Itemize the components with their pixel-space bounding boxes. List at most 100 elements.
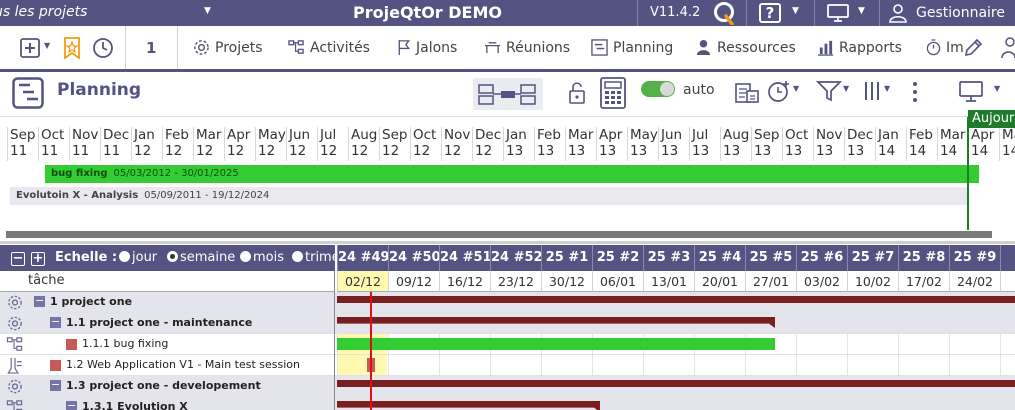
- collapse-all-button[interactable]: −: [11, 252, 25, 266]
- week-header-cell: 25 #6: [796, 245, 847, 271]
- gear-icon[interactable]: [6, 294, 24, 311]
- scale-option-mois[interactable]: mois: [240, 250, 284, 265]
- add-chevron-down-icon[interactable]: ▼: [44, 41, 50, 50]
- help-chevron-down-icon[interactable]: ▼: [792, 6, 799, 16]
- month-year: 11: [10, 143, 28, 159]
- menu-reunions[interactable]: Réunions: [484, 26, 570, 69]
- top-bar: us les projets ▼ ProjeQtOr DEMO V11.4.2 …: [0, 0, 1015, 26]
- month-year: 14: [940, 143, 958, 159]
- monitor-icon[interactable]: [826, 3, 850, 23]
- user-icon[interactable]: [888, 3, 908, 23]
- radio-icon: [240, 251, 251, 262]
- collapse-toggle-icon[interactable]: −: [50, 379, 61, 391]
- export-icon[interactable]: [735, 81, 759, 105]
- scale-option-semaine[interactable]: semaine: [167, 250, 235, 265]
- add-clock-icon[interactable]: [767, 79, 793, 105]
- month-name: Oct: [785, 127, 809, 143]
- menu-projets[interactable]: Projets: [193, 26, 263, 69]
- chevron-down-icon[interactable]: ▼: [884, 84, 890, 93]
- edit-pencil-icon[interactable]: [962, 37, 984, 59]
- menu-imputation[interactable]: Im: [926, 26, 964, 69]
- month-label: Dec 13: [844, 127, 875, 161]
- month-label: May 13: [627, 127, 658, 161]
- menu-ressources[interactable]: Ressources: [695, 26, 796, 69]
- menu-jalons[interactable]: Jalons: [397, 26, 457, 69]
- project-selector[interactable]: us les projets: [0, 0, 220, 26]
- month-name: Dec: [475, 127, 502, 143]
- columns-icon[interactable]: [863, 80, 881, 102]
- monitor-icon[interactable]: [958, 80, 984, 104]
- add-button[interactable]: [20, 38, 42, 58]
- task-label[interactable]: 1 project one: [50, 292, 132, 312]
- stopwatch-icon: [926, 39, 941, 56]
- date-header-cell: 03/02: [796, 271, 847, 292]
- expand-all-button[interactable]: +: [31, 252, 45, 266]
- main-toolbar: ▼ 1 Projets Activités Jalons Réunions Pl…: [0, 26, 1015, 72]
- overview-bar-evolution-analysis[interactable]: Evolutoin X - Analysis 05/09/2011 - 19/12…: [10, 187, 968, 205]
- gear-icon[interactable]: [6, 378, 24, 395]
- chevron-down-icon[interactable]: ▼: [994, 84, 1000, 93]
- gear-icon: [194, 40, 209, 55]
- help-button[interactable]: ?: [759, 3, 781, 23]
- collapse-toggle-icon[interactable]: −: [34, 295, 45, 307]
- menu-rapports[interactable]: Rapports: [817, 26, 902, 69]
- month-year: 12: [227, 143, 245, 159]
- hierarchy-icon[interactable]: [6, 399, 24, 410]
- month-name: Sep: [10, 127, 36, 143]
- auto-plan-toggle[interactable]: [641, 81, 675, 97]
- hierarchy-icon[interactable]: [6, 336, 24, 353]
- task-label[interactable]: 1.1 project one - maintenance: [66, 313, 252, 333]
- radio-icon: [292, 251, 303, 262]
- panel-divider[interactable]: [334, 271, 335, 410]
- task-bar[interactable]: [337, 338, 775, 350]
- lock-icon[interactable]: [568, 81, 586, 105]
- summary-bar[interactable]: [337, 296, 1015, 303]
- scale-option-jour[interactable]: jour: [119, 250, 157, 265]
- filter-icon[interactable]: [816, 79, 842, 103]
- menu-planning[interactable]: Planning: [591, 26, 673, 69]
- calculator-icon[interactable]: [599, 76, 627, 110]
- collapse-toggle-icon[interactable]: −: [50, 316, 61, 328]
- task-label[interactable]: 1.2 Web Application V1 - Main test sessi…: [66, 355, 300, 375]
- collapse-toggle-icon[interactable]: −: [66, 400, 77, 410]
- month-name: Aug: [351, 127, 378, 143]
- person-icon[interactable]: [1000, 37, 1015, 59]
- scale-option-trimestre[interactable]: trime: [292, 250, 335, 265]
- month-year: 14: [1002, 143, 1015, 159]
- project-selector-chevron-down-icon[interactable]: ▼: [204, 6, 211, 16]
- task-label[interactable]: 1.3.1 Evolution X: [82, 397, 188, 410]
- test-session-icon[interactable]: [6, 357, 24, 374]
- user-name[interactable]: Gestionnaire: [916, 0, 1005, 26]
- history-clock-icon[interactable]: [92, 37, 114, 59]
- gear-icon[interactable]: [6, 315, 24, 332]
- overview-bar-bug-fixing[interactable]: bug fixing 05/03/2012 - 30/01/2025: [45, 165, 979, 183]
- month-label: Jul 12: [317, 127, 348, 161]
- month-label: Jan 13: [503, 127, 534, 161]
- task-label[interactable]: 1.1.1 bug fixing: [82, 334, 168, 354]
- projeqtor-logo-icon[interactable]: [712, 1, 736, 25]
- month-year: 13: [537, 143, 555, 159]
- dependency-link-button[interactable]: [473, 78, 543, 110]
- item-counter[interactable]: 1: [146, 26, 156, 69]
- chevron-down-icon[interactable]: ▼: [843, 84, 849, 93]
- timeline-scrollbar[interactable]: [6, 231, 992, 238]
- summary-bar[interactable]: [337, 380, 1015, 387]
- month-label: Aug 13: [720, 127, 751, 161]
- today-marker: [967, 117, 969, 230]
- menu-activites[interactable]: Activités: [288, 26, 370, 69]
- divider: [746, 0, 747, 26]
- month-name: May: [630, 127, 658, 143]
- planning-icon: [12, 77, 44, 109]
- chevron-down-icon[interactable]: ▼: [793, 84, 799, 93]
- task-row[interactable]: 1.2 Web Application V1 - Main test sessi…: [0, 355, 1015, 376]
- display-chevron-down-icon[interactable]: ▼: [858, 6, 865, 16]
- month-label: Feb 12: [162, 127, 193, 161]
- month-year: 13: [847, 143, 865, 159]
- bookmark-star-icon[interactable]: [62, 37, 82, 59]
- month-year: 14: [878, 143, 896, 159]
- splitter[interactable]: [0, 241, 1015, 244]
- task-label[interactable]: 1.3 project one - developement: [66, 376, 261, 396]
- more-options-icon[interactable]: [910, 80, 920, 104]
- week-header-cell: 25 #4: [694, 245, 745, 271]
- divider: [814, 0, 815, 26]
